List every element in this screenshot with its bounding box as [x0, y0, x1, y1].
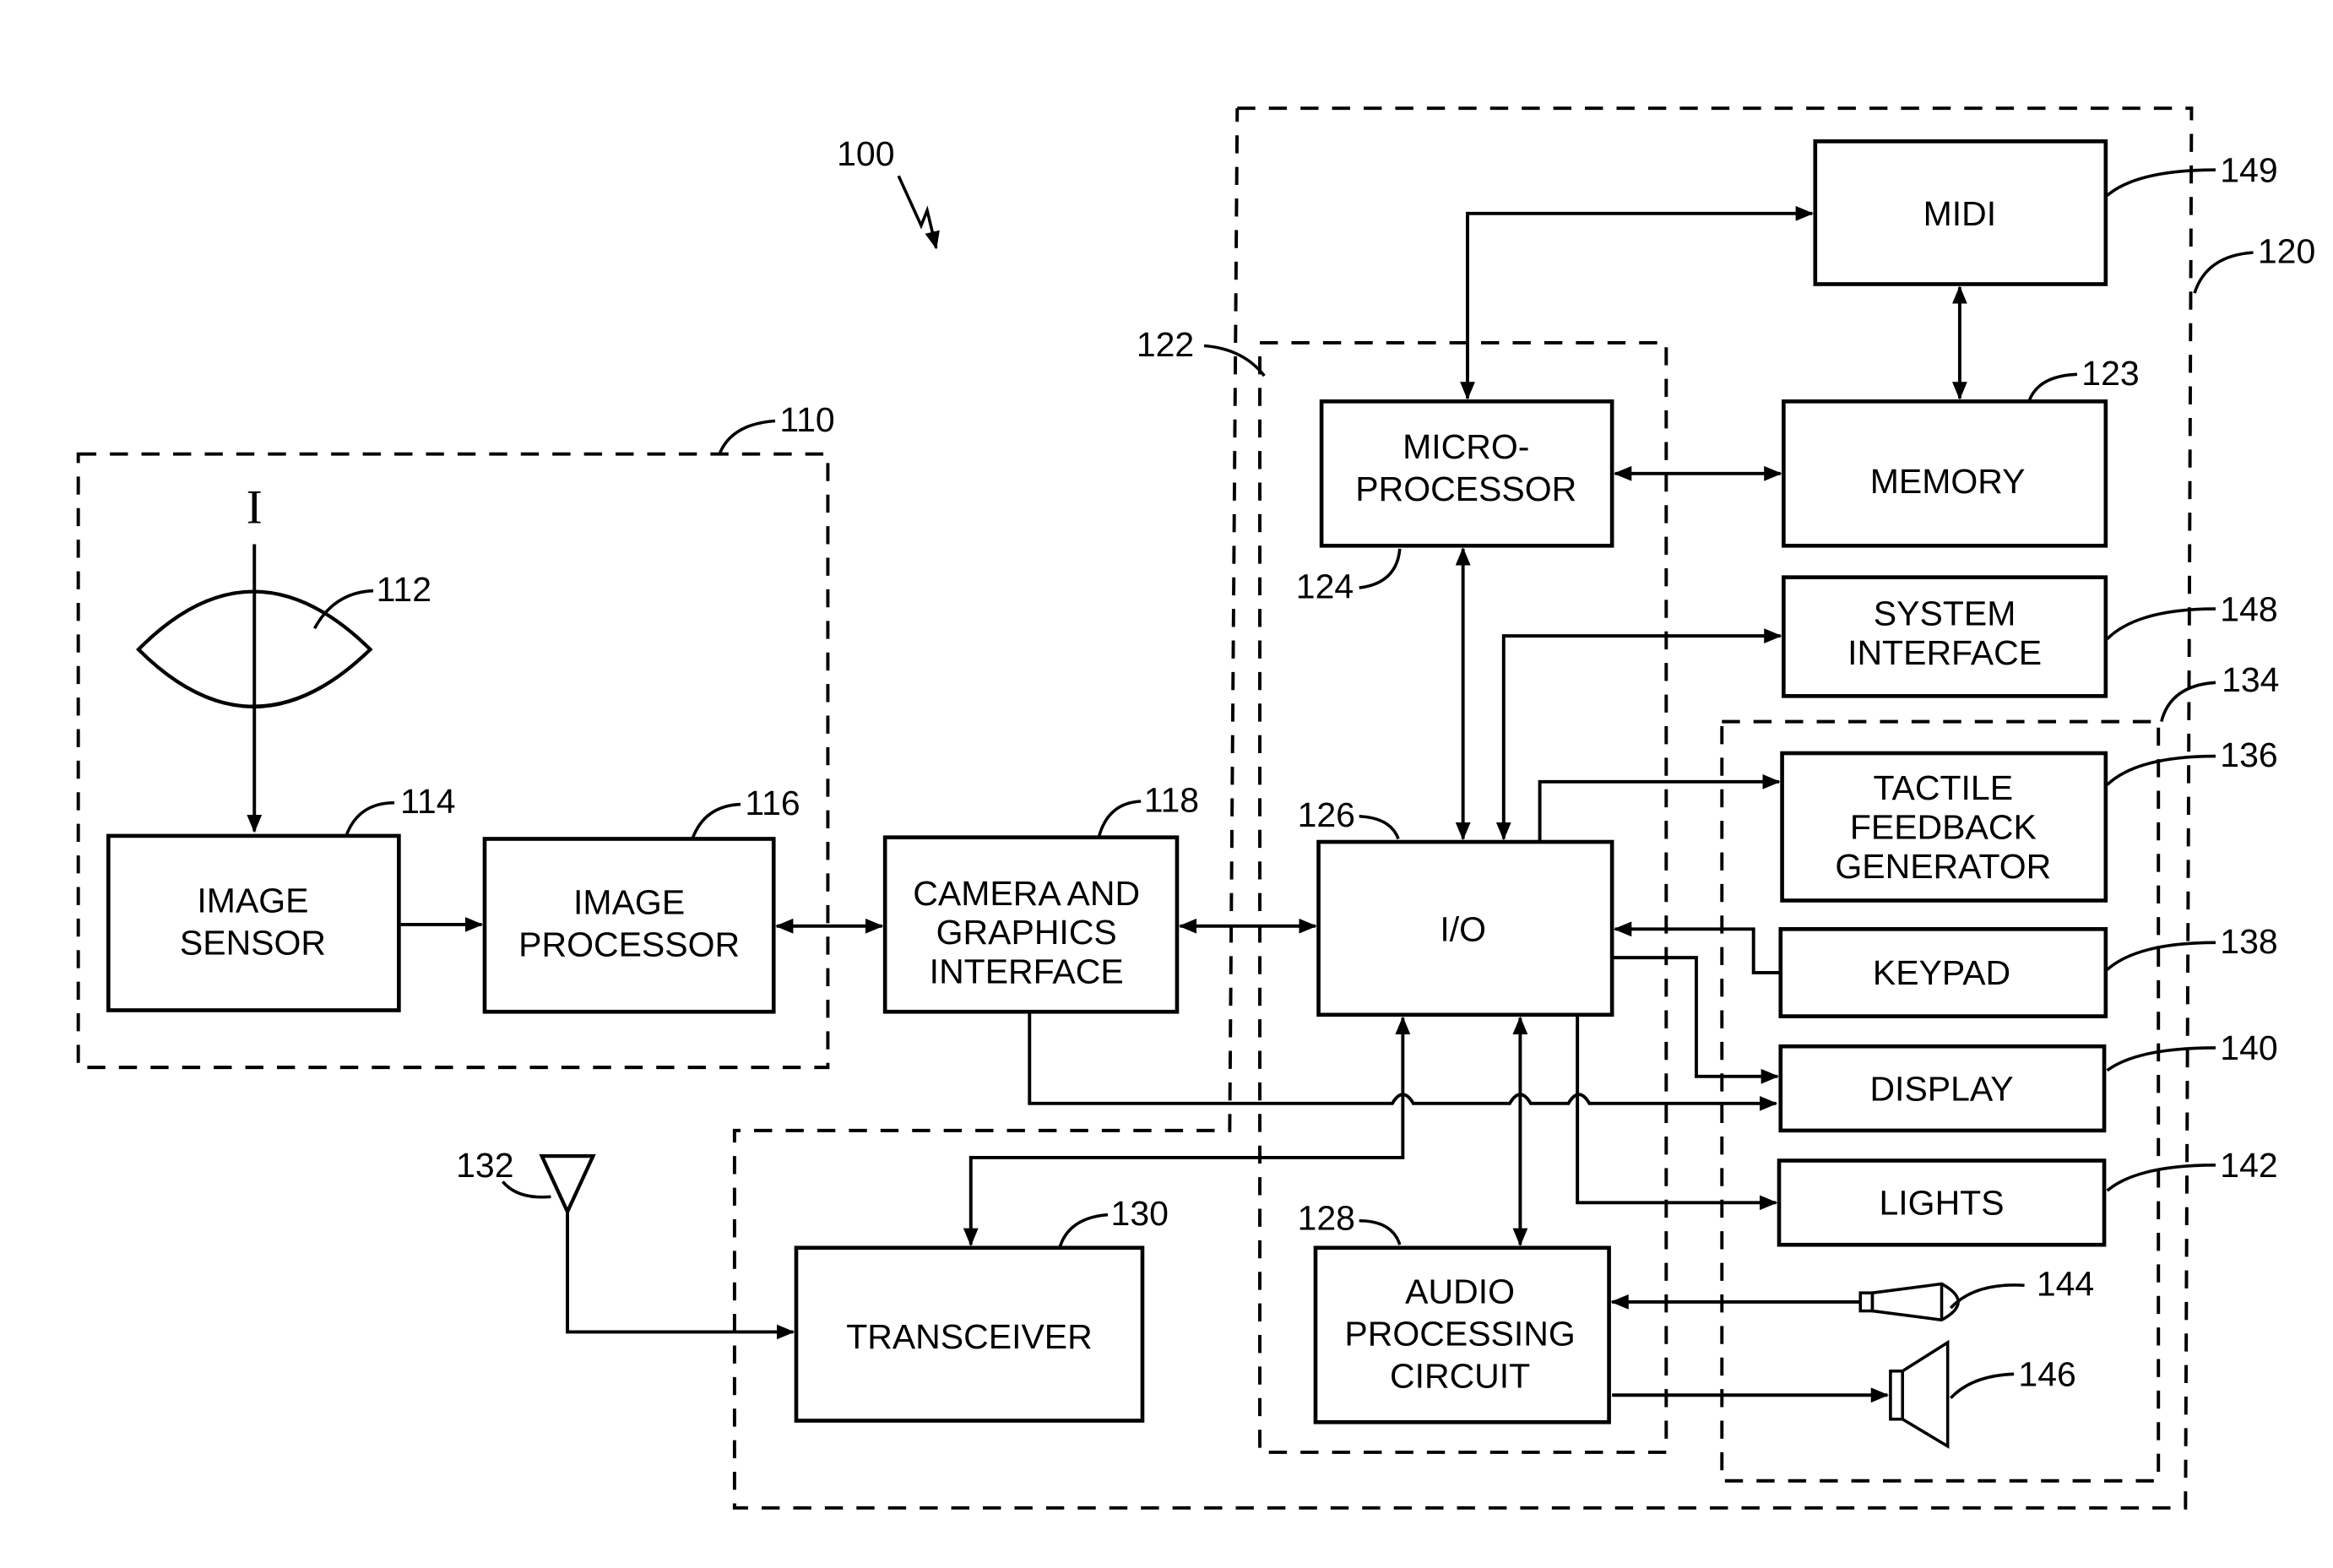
ref-142: 142	[2220, 1146, 2277, 1185]
transceiver-label: TRANSCEIVER	[846, 1317, 1093, 1356]
ref-144: 144	[2037, 1265, 2094, 1304]
leader-140	[2106, 1046, 2216, 1072]
tactile-label-2: FEEDBACK	[1850, 808, 2037, 847]
io-to-lights	[1576, 1014, 1778, 1211]
ref-128: 128	[1298, 1198, 1355, 1237]
leader-130	[1058, 1213, 1109, 1249]
tactile-label-1: TACTILE	[1874, 768, 2014, 807]
camera-interface-label-2: GRAPHICS	[936, 913, 1117, 952]
audio-label-1: AUDIO	[1405, 1272, 1515, 1311]
ref-132: 132	[456, 1146, 513, 1185]
io-system-interface-link	[1495, 628, 1782, 841]
memory-label: MEMORY	[1870, 462, 2026, 501]
keypad-label: KEYPAD	[1873, 953, 2010, 992]
input-symbol: I	[247, 481, 263, 534]
ref-140: 140	[2220, 1028, 2277, 1067]
io-label: I/O	[1440, 910, 1486, 949]
ref-148: 148	[2220, 589, 2277, 628]
image-sensor-label-1: IMAGE	[197, 882, 308, 920]
image-processor-label-1: IMAGE	[573, 883, 685, 922]
ref-134: 134	[2222, 660, 2279, 699]
system-interface-label-2: INTERFACE	[1847, 633, 2042, 672]
microprocessor-label-2: PROCESSOR	[1355, 469, 1576, 508]
leader-120	[2193, 251, 2254, 294]
leader-126	[1359, 815, 1400, 840]
block-diagram: 100 110 120 122 134 I 112 IMAGE SENSOR 1…	[76, 106, 2315, 1510]
speaker-icon	[1889, 1339, 1950, 1449]
image-processor-label-2: PROCESSOR	[518, 925, 740, 963]
microphone-icon	[1858, 1282, 1960, 1322]
ref-116: 116	[745, 784, 800, 822]
leader-110	[718, 419, 776, 455]
ref-124: 124	[1296, 567, 1354, 606]
leader-146	[1949, 1372, 2015, 1400]
camera-interface-label-3: INTERFACE	[930, 952, 1124, 990]
ref-123: 123	[2081, 354, 2139, 393]
audio-label-3: CIRCUIT	[1390, 1356, 1530, 1395]
ref-110: 110	[779, 400, 834, 439]
ref-146: 146	[2018, 1355, 2075, 1394]
leader-112	[312, 589, 374, 630]
lights-label: LIGHTS	[1879, 1184, 2004, 1223]
ref-114: 114	[400, 782, 455, 821]
leader-123	[2027, 372, 2078, 403]
ref-138: 138	[2220, 922, 2277, 961]
leader-118	[1097, 800, 1142, 838]
leader-144	[1949, 1283, 2025, 1310]
antenna-to-transceiver	[566, 1212, 795, 1340]
audio-label-2: PROCESSING	[1344, 1315, 1575, 1354]
figure-ref-arrow	[897, 175, 940, 250]
micro-midi-link	[1460, 205, 1815, 400]
leader-114	[345, 800, 395, 837]
ref-126: 126	[1298, 795, 1355, 834]
leader-128	[1359, 1218, 1402, 1245]
midi-label: MIDI	[1923, 194, 1997, 233]
ref-122: 122	[1137, 325, 1194, 364]
camera-interface-label-1: CAMERA AND	[913, 874, 1140, 913]
ref-118: 118	[1144, 780, 1199, 819]
leader-116	[691, 802, 741, 840]
antenna-icon	[539, 1154, 596, 1217]
image-sensor-label-2: SENSOR	[180, 924, 326, 963]
system-interface-label-1: SYSTEM	[1874, 594, 2016, 633]
ref-149: 149	[2220, 150, 2277, 189]
leader-124	[1359, 548, 1402, 589]
figure-ref: 100	[837, 134, 894, 173]
microprocessor-label-1: MICRO-	[1403, 427, 1529, 466]
display-label: DISPLAY	[1869, 1069, 2013, 1108]
ref-130: 130	[1111, 1194, 1169, 1233]
leader-148	[2106, 607, 2216, 640]
ref-112: 112	[377, 570, 431, 609]
io-to-tactile	[1538, 773, 1781, 843]
ref-136: 136	[2220, 735, 2277, 774]
io-to-display	[1612, 956, 1780, 1084]
ref-120: 120	[2258, 232, 2315, 271]
leader-149	[2106, 168, 2216, 197]
leader-136	[2106, 754, 2216, 786]
leader-142	[2106, 1164, 2216, 1192]
tactile-label-3: GENERATOR	[1835, 847, 2051, 886]
leader-138	[2106, 941, 2216, 971]
